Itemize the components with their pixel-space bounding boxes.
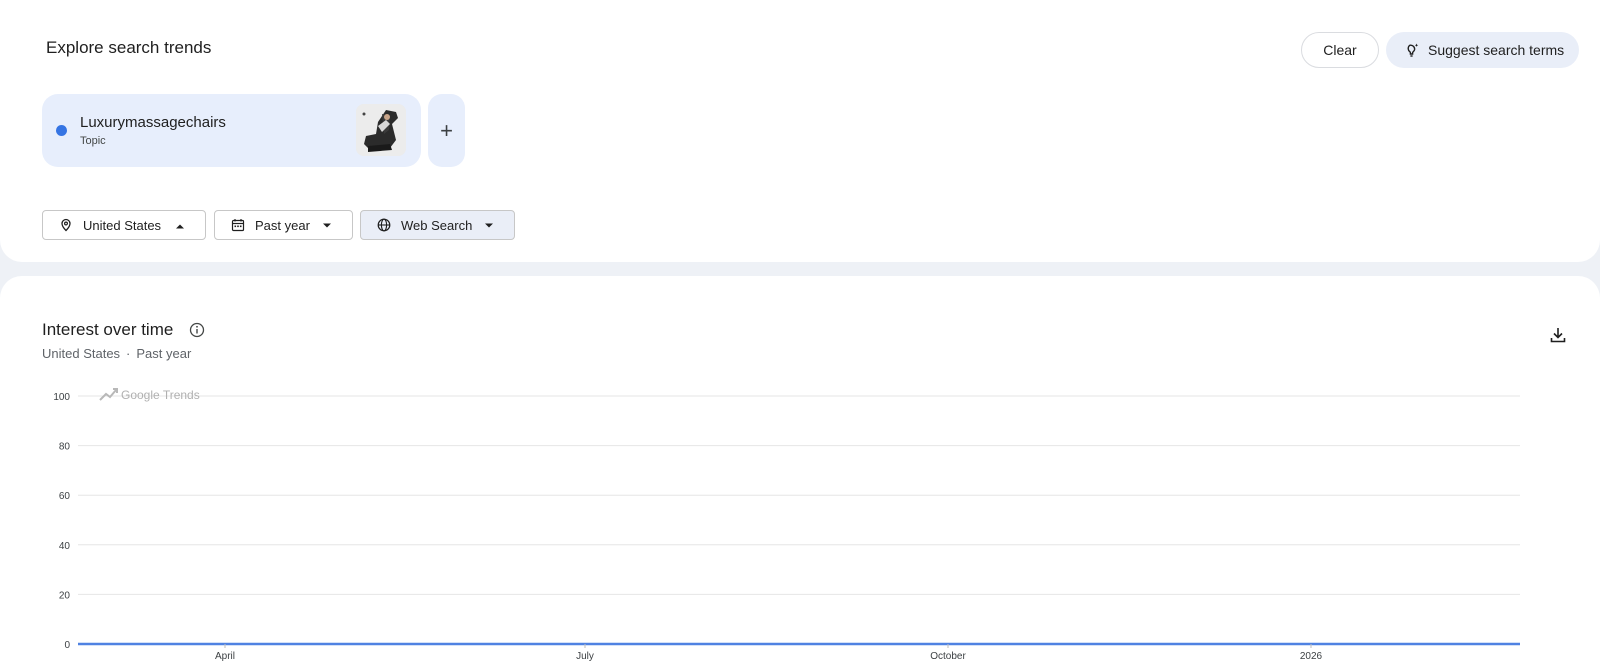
property-filter-label: Web Search [401, 217, 473, 233]
y-tick-label: 0 [64, 640, 70, 651]
caret-down-icon [484, 223, 494, 229]
suggest-label: Suggest search terms [1428, 42, 1565, 58]
term-name: Luxurymassagechairs [80, 114, 226, 131]
clear-button[interactable]: Clear [1301, 32, 1379, 68]
caret-down-icon [322, 223, 332, 229]
search-term-chip[interactable]: Luxurymassagechairs Topic [42, 94, 421, 167]
y-tick-label: 20 [59, 590, 71, 601]
globe-icon [377, 218, 391, 232]
page-title: Explore search trends [46, 38, 212, 57]
x-tick-label: July [576, 651, 594, 661]
search-property-filter[interactable]: Web Search [360, 210, 515, 240]
y-tick-label: 80 [59, 442, 71, 453]
term-type: Topic [80, 135, 106, 147]
y-tick-label: 100 [53, 392, 70, 403]
x-tick-label: April [215, 651, 235, 661]
location-filter[interactable]: United States [42, 210, 206, 240]
time-filter-label: Past year [255, 217, 310, 233]
caret-up-icon [175, 223, 185, 229]
calendar-icon [231, 218, 245, 232]
watermark-text: Google Trends [121, 388, 200, 402]
subtitle-separator: · [126, 346, 131, 361]
massage-chair-thumbnail [356, 104, 406, 156]
google-trends-watermark: Google Trends [99, 388, 200, 402]
time-range-filter[interactable]: Past year [214, 210, 353, 240]
lightbulb-sparkle-icon [1404, 42, 1420, 58]
interest-over-time-chart: 0 20 40 60 80 100 Google Trends April July Octo… [53, 388, 1520, 661]
suggest-search-terms-button[interactable]: Suggest search terms [1386, 32, 1579, 68]
y-tick-label: 40 [59, 541, 71, 552]
explore-card: Explore search trends Clear Suggest sear… [0, 0, 1600, 262]
location-filter-label: United States [83, 217, 162, 233]
info-icon[interactable] [189, 322, 205, 338]
series-color-dot [56, 125, 67, 136]
x-tick-label: October [930, 651, 966, 661]
x-tick-label: 2026 [1300, 651, 1323, 661]
subtitle-time: Past year [136, 346, 192, 361]
y-tick-label: 60 [59, 491, 71, 502]
add-term-button[interactable]: + [428, 94, 465, 167]
section-title: Interest over time [42, 320, 174, 339]
section-subtitle: United States · Past year [42, 346, 191, 361]
location-pin-icon [59, 218, 73, 232]
subtitle-location: United States [42, 346, 121, 361]
download-icon[interactable] [1549, 326, 1567, 344]
